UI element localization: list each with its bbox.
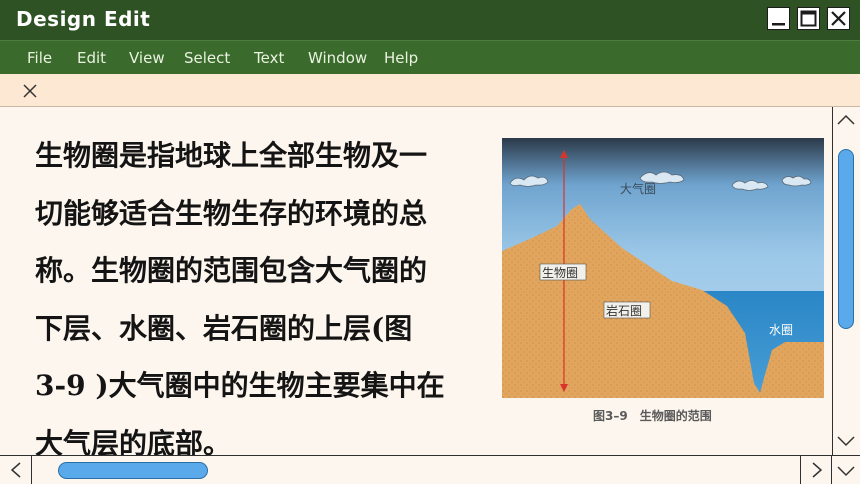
body-line: 下层、水圈、岩石圈的上层(图 [35,311,413,345]
label-lithosphere: 岩石圈 [606,303,642,318]
scroll-right-button[interactable] [800,456,832,484]
label-hydrosphere: 水圈 [769,323,793,337]
maximize-icon [800,10,817,27]
chevron-right-icon [812,462,823,478]
horizontal-scroll-thumb[interactable] [58,462,208,479]
body-line: 大气层的底部。 [35,426,232,456]
label-atmosphere: 大气圈 [620,181,656,196]
menu-window[interactable]: Window [308,49,367,67]
close-window-button[interactable] [827,7,850,30]
vertical-scroll-thumb[interactable] [838,149,854,329]
menu-edit[interactable]: Edit [77,49,106,67]
maximize-button[interactable] [797,7,820,30]
body-line: 切能够适合生物生存的环境的总 [35,196,428,230]
chevron-up-icon[interactable] [836,112,856,128]
menu-file[interactable]: File [27,49,52,67]
tab-bar [0,74,860,107]
chevron-down-icon[interactable] [836,464,856,478]
horizontal-scrollbar[interactable] [0,455,860,484]
body-line: 3-9 )大气圈中的生物主要集中在 [35,369,445,402]
body-text: 生物圈是指地球上全部生物及一 切能够适合生物生存的环境的总 称。生物圈的范围包含… [35,127,495,455]
title-bar: Design Edit [0,0,860,40]
vertical-scrollbar[interactable] [832,107,860,455]
window-title: Design Edit [16,7,151,31]
menu-help[interactable]: Help [384,49,418,67]
label-biosphere: 生物圈 [542,266,578,280]
chevron-left-icon [10,462,21,478]
document-area: 生物圈是指地球上全部生物及一 切能够适合生物生存的环境的总 称。生物圈的范围包含… [0,107,832,455]
scroll-left-button[interactable] [0,456,32,484]
menu-bar: File Edit View Select Text Window Help [0,40,860,75]
body-line: 生物圈是指地球上全部生物及一 [35,139,428,172]
figure-caption: 图3–9 生物圈的范围 [593,409,712,423]
menu-view[interactable]: View [129,49,165,67]
menu-text[interactable]: Text [254,49,284,67]
minimize-icon [772,23,785,26]
close-icon[interactable] [22,83,38,99]
close-icon [831,11,846,26]
minimize-button[interactable] [767,7,790,30]
biosphere-figure: 大气圈 生物圈 岩石圈 水圈 [502,138,824,398]
body-line: 称。生物圈的范围包含大气圈的 [35,254,428,287]
menu-select[interactable]: Select [184,49,230,67]
chevron-down-icon[interactable] [836,433,856,449]
